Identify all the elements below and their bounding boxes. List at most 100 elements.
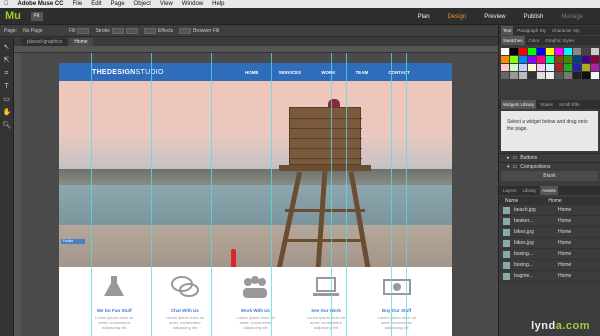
guide-line[interactable] (91, 53, 92, 336)
guide-line[interactable] (331, 53, 332, 336)
color-swatch[interactable] (591, 72, 599, 79)
effects-box[interactable] (143, 28, 156, 34)
widget-blank[interactable]: Blank (501, 171, 598, 181)
color-swatch[interactable] (501, 64, 509, 71)
color-swatch[interactable] (510, 56, 518, 63)
stroke-control[interactable]: Stroke (95, 28, 138, 34)
tab-graphic-styles[interactable]: Graphic Styles (543, 36, 576, 45)
color-swatch[interactable] (510, 72, 518, 79)
color-swatch[interactable] (555, 48, 563, 55)
browser-fill-control[interactable]: Browser Fill (179, 28, 219, 34)
asset-row[interactable]: boxing... Home (499, 260, 600, 271)
hero-image[interactable] (59, 81, 452, 267)
mode-publish[interactable]: Publish (515, 8, 553, 25)
menu-page[interactable]: Page (111, 1, 125, 7)
horizontal-ruler[interactable] (14, 46, 498, 53)
asset-row[interactable]: beaker... Home (499, 216, 600, 227)
color-swatch[interactable] (528, 72, 536, 79)
tab-home[interactable]: Home (69, 38, 93, 46)
color-swatch[interactable] (564, 48, 572, 55)
color-swatch[interactable] (582, 48, 590, 55)
color-swatch[interactable] (528, 64, 536, 71)
vertical-ruler[interactable] (14, 53, 21, 336)
color-swatch[interactable] (546, 48, 554, 55)
fill-swatch[interactable] (77, 28, 90, 34)
tab-assets[interactable]: Assets (540, 186, 558, 195)
site-logo[interactable]: THEDESIGNSTUDIO (92, 69, 164, 76)
tab-color[interactable]: Color (527, 36, 542, 45)
mode-preview[interactable]: Preview (475, 8, 514, 25)
tab-widgets-library[interactable]: Widgets Library (501, 100, 537, 109)
nav-home[interactable]: HOME (235, 70, 269, 75)
asset-row[interactable]: bikes.jpg Home (499, 227, 600, 238)
color-swatch[interactable] (537, 64, 545, 71)
zoom-select[interactable]: Fit (31, 11, 43, 21)
color-swatch[interactable] (501, 48, 509, 55)
app-menu[interactable]: Adobe Muse CC (18, 1, 64, 7)
color-swatch[interactable] (573, 64, 581, 71)
menu-window[interactable]: Window (182, 1, 203, 7)
tab-paragraph-styles[interactable]: Paragraph Sty (515, 26, 548, 35)
tab-swatches[interactable]: Swatches (501, 36, 525, 45)
color-swatch[interactable] (501, 72, 509, 79)
color-swatch[interactable] (573, 48, 581, 55)
menu-object[interactable]: Object (134, 1, 151, 7)
color-swatch[interactable] (582, 56, 590, 63)
zoom-tool-icon[interactable]: 🔍︎ (3, 122, 12, 130)
color-swatch[interactable] (573, 72, 581, 79)
menu-help[interactable]: Help (212, 1, 224, 7)
design-canvas[interactable]: THEDESIGNSTUDIO HOME SERVICES WORK TEAM … (21, 53, 498, 336)
color-swatch[interactable] (510, 64, 518, 71)
color-swatch[interactable] (519, 56, 527, 63)
mode-manage[interactable]: Manage (552, 8, 592, 25)
tab-layers[interactable]: Layers (501, 186, 519, 195)
mode-design[interactable]: Design (439, 8, 476, 25)
rectangle-tool-icon[interactable]: ▭ (3, 96, 11, 104)
color-swatch[interactable] (564, 64, 572, 71)
nav-contact[interactable]: CONTACT (378, 70, 420, 75)
color-swatch[interactable] (519, 64, 527, 71)
fill-control[interactable]: Fill (69, 28, 90, 34)
col-name[interactable]: Name (505, 198, 518, 204)
tab-character-styles[interactable]: Character Sty (550, 26, 582, 35)
menu-edit[interactable]: Edit (91, 1, 101, 7)
tab-library[interactable]: Library (521, 186, 539, 195)
asset-row[interactable]: beach.jpg Home (499, 205, 600, 216)
color-swatch[interactable] (519, 48, 527, 55)
color-swatch[interactable] (591, 48, 599, 55)
tab-text[interactable]: Text (501, 26, 514, 35)
asset-row[interactable]: boxing... Home (499, 249, 600, 260)
widget-category-compositions[interactable]: ▾ ▭ Compositions (499, 162, 600, 171)
color-swatch[interactable] (510, 48, 518, 55)
color-swatch[interactable] (591, 56, 599, 63)
nav-team[interactable]: TEAM (345, 70, 378, 75)
color-swatch[interactable] (501, 56, 509, 63)
color-swatch[interactable] (519, 72, 527, 79)
guide-line[interactable] (391, 53, 392, 336)
tab-states[interactable]: States (538, 100, 555, 109)
color-swatch[interactable] (546, 72, 554, 79)
guide-line[interactable] (406, 53, 407, 336)
mode-plan[interactable]: Plan (409, 8, 439, 25)
color-swatch[interactable] (546, 64, 554, 71)
text-tool-icon[interactable]: T (3, 83, 11, 91)
col-home[interactable]: Home (548, 198, 561, 204)
color-swatch[interactable] (528, 56, 536, 63)
color-swatch[interactable] (537, 48, 545, 55)
widget-category-buttons[interactable]: ▸ ▭ Buttons (499, 153, 600, 162)
selection-tool-icon[interactable]: ↖ (3, 44, 11, 52)
guide-line[interactable] (211, 53, 212, 336)
tab-scroll-effects[interactable]: Scroll Effe (557, 100, 581, 109)
color-swatch[interactable] (528, 48, 536, 55)
color-swatch[interactable] (591, 64, 599, 71)
menu-file[interactable]: File (73, 1, 83, 7)
color-swatch[interactable] (582, 64, 590, 71)
footer-tag[interactable]: Footer (61, 239, 85, 244)
stroke-swatch[interactable] (111, 28, 124, 34)
nav-services[interactable]: SERVICES (269, 70, 312, 75)
guide-line[interactable] (151, 53, 152, 336)
browser-fill-swatch[interactable] (179, 28, 192, 34)
color-swatch[interactable] (564, 72, 572, 79)
color-swatch[interactable] (582, 72, 590, 79)
web-page[interactable]: THEDESIGNSTUDIO HOME SERVICES WORK TEAM … (59, 63, 452, 336)
